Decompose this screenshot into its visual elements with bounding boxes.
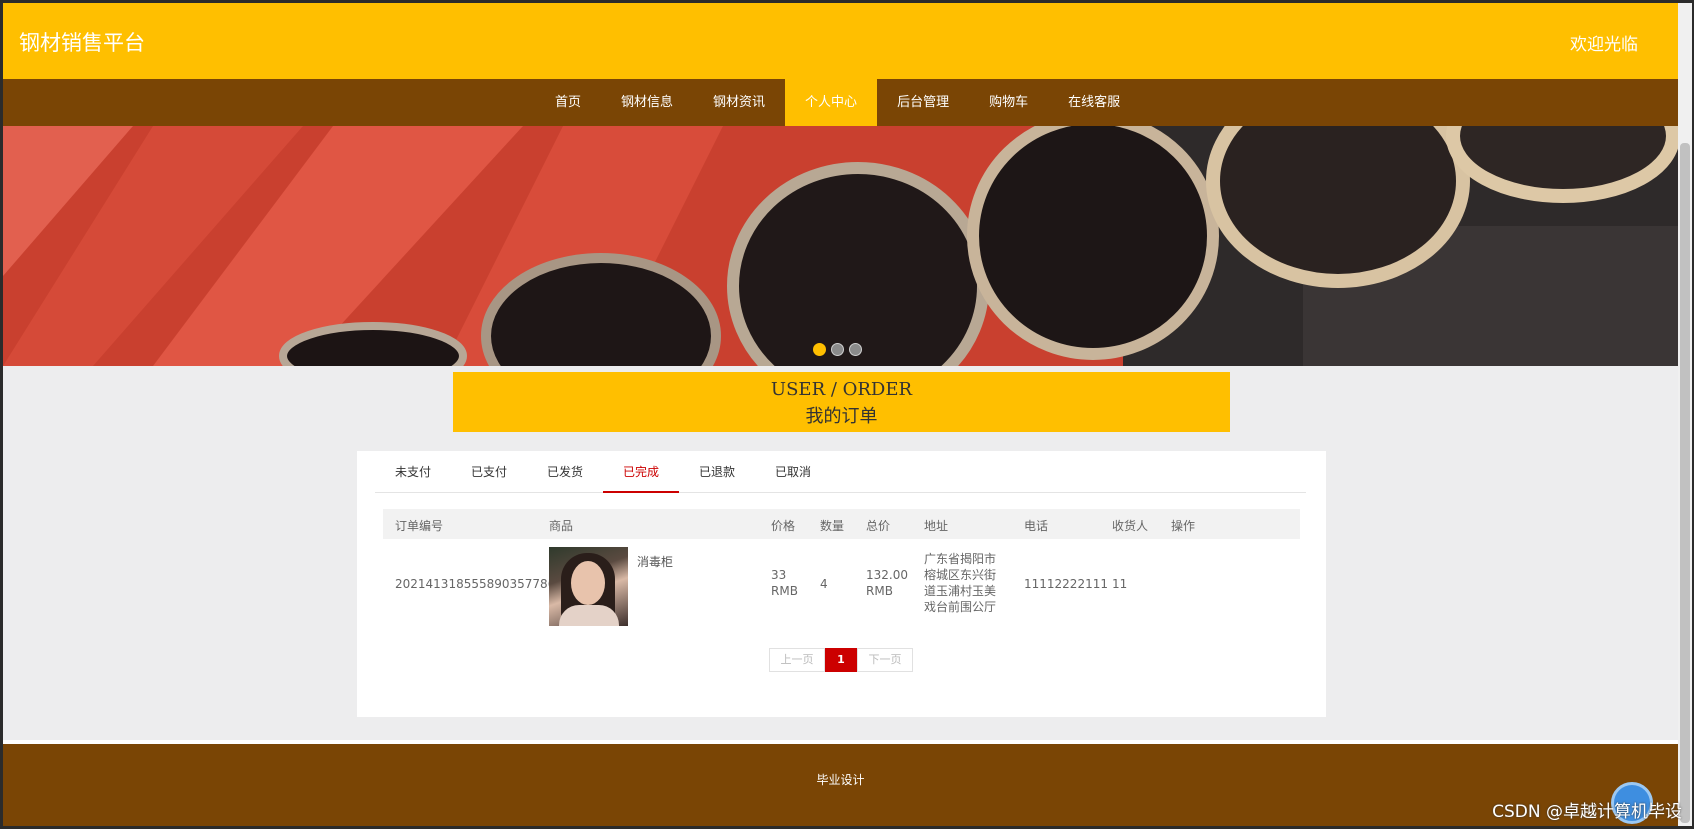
col-quantity: 数量 [820,519,845,533]
header-bar: 钢材销售平台 欢迎光临 [3,3,1678,79]
tab-cancelled[interactable]: 已取消 [755,451,831,493]
tab-shipped[interactable]: 已发货 [527,451,603,493]
carousel-indicators [813,343,862,356]
nav-item-user-center[interactable]: 个人中心 [785,79,878,126]
total-unit: RMB [866,584,893,598]
col-phone: 电话 [1024,519,1049,533]
banner-carousel[interactable] [3,126,1678,366]
product-thumbnail[interactable] [549,547,628,626]
banner-image-steel-pipes [3,126,1678,366]
site-title[interactable]: 钢材销售平台 [19,27,145,57]
tab-paid[interactable]: 已支付 [451,451,527,493]
address-value: 广东省揭阳市榕城区东兴街道玉浦村玉美戏台前围公厅 [924,552,997,614]
price-unit: RMB [771,584,798,598]
order-number: 2021413185558903577­86 [395,577,556,591]
carousel-dot-3[interactable] [849,343,862,356]
col-address: 地址 [924,519,949,533]
main-nav: 首页 钢材信息 钢材资讯 个人中心 后台管理 购物车 在线客服 [3,79,1678,126]
carousel-dot-1[interactable] [813,343,826,356]
nav-item-steel-news[interactable]: 钢材资讯 [693,79,785,126]
vertical-scrollbar[interactable] [1678,3,1692,826]
order-title-en: USER / ORDER [770,379,913,400]
col-total: 总价 [866,519,891,533]
pagination: 上一页 1 下一页 [769,648,913,672]
total-value: 132.00 [866,568,908,582]
quantity-value: 4 [820,577,828,591]
order-table: 订单编号 商品 价格 数量 总价 地址 电话 收货人 操作 2021413185… [383,509,1300,629]
order-panel: 未支付 已支付 已发货 已完成 已退款 已取消 订单编号 商品 价格 数量 总价… [357,451,1326,717]
order-section-title: USER / ORDER 我的订单 [453,372,1230,432]
product-name[interactable]: 消毒柜 [637,553,673,570]
footer-text: 毕业设计 [816,773,865,787]
tab-completed[interactable]: 已完成 [603,451,679,493]
col-action: 操作 [1171,519,1196,533]
tab-unpaid[interactable]: 未支付 [375,451,451,493]
tab-refunded[interactable]: 已退款 [679,451,755,493]
browser-viewport: 钢材销售平台 欢迎光临 首页 钢材信息 钢材资讯 个人中心 后台管理 购物车 在… [3,3,1678,826]
col-receiver: 收货人 [1112,519,1149,533]
next-page-button[interactable]: 下一页 [857,648,913,672]
nav-item-online-service[interactable]: 在线客服 [1048,79,1140,126]
receiver-value: 11 [1112,577,1128,591]
nav-item-cart[interactable]: 购物车 [969,79,1048,126]
nav-item-admin[interactable]: 后台管理 [877,79,969,126]
order-title-cn: 我的订单 [805,406,878,427]
order-status-tabs: 未支付 已支付 已发货 已完成 已退款 已取消 [375,451,1306,493]
nav-item-steel-info[interactable]: 钢材信息 [601,79,693,126]
watermark-text: CSDN @卓越计算机毕设 [1492,802,1682,822]
footer: 毕业设计 [3,740,1678,826]
nav-item-home[interactable]: 首页 [535,79,601,126]
price-value: 33 [771,568,787,582]
carousel-dot-2[interactable] [831,343,844,356]
table-header: 订单编号 商品 价格 数量 总价 地址 电话 收货人 操作 [383,509,1300,539]
scrollbar-thumb[interactable] [1680,143,1690,823]
table-row: 2021413185558903577­86 消毒柜 33 RMB 4 132.… [383,539,1300,629]
col-price: 价格 [771,519,796,533]
prev-page-button[interactable]: 上一页 [769,648,825,672]
page-1-button[interactable]: 1 [825,648,857,672]
phone-value: 11112222111 [1024,577,1108,591]
col-product: 商品 [549,519,574,533]
col-order-no: 订单编号 [395,519,444,533]
welcome-text: 欢迎光临 [1570,35,1638,55]
